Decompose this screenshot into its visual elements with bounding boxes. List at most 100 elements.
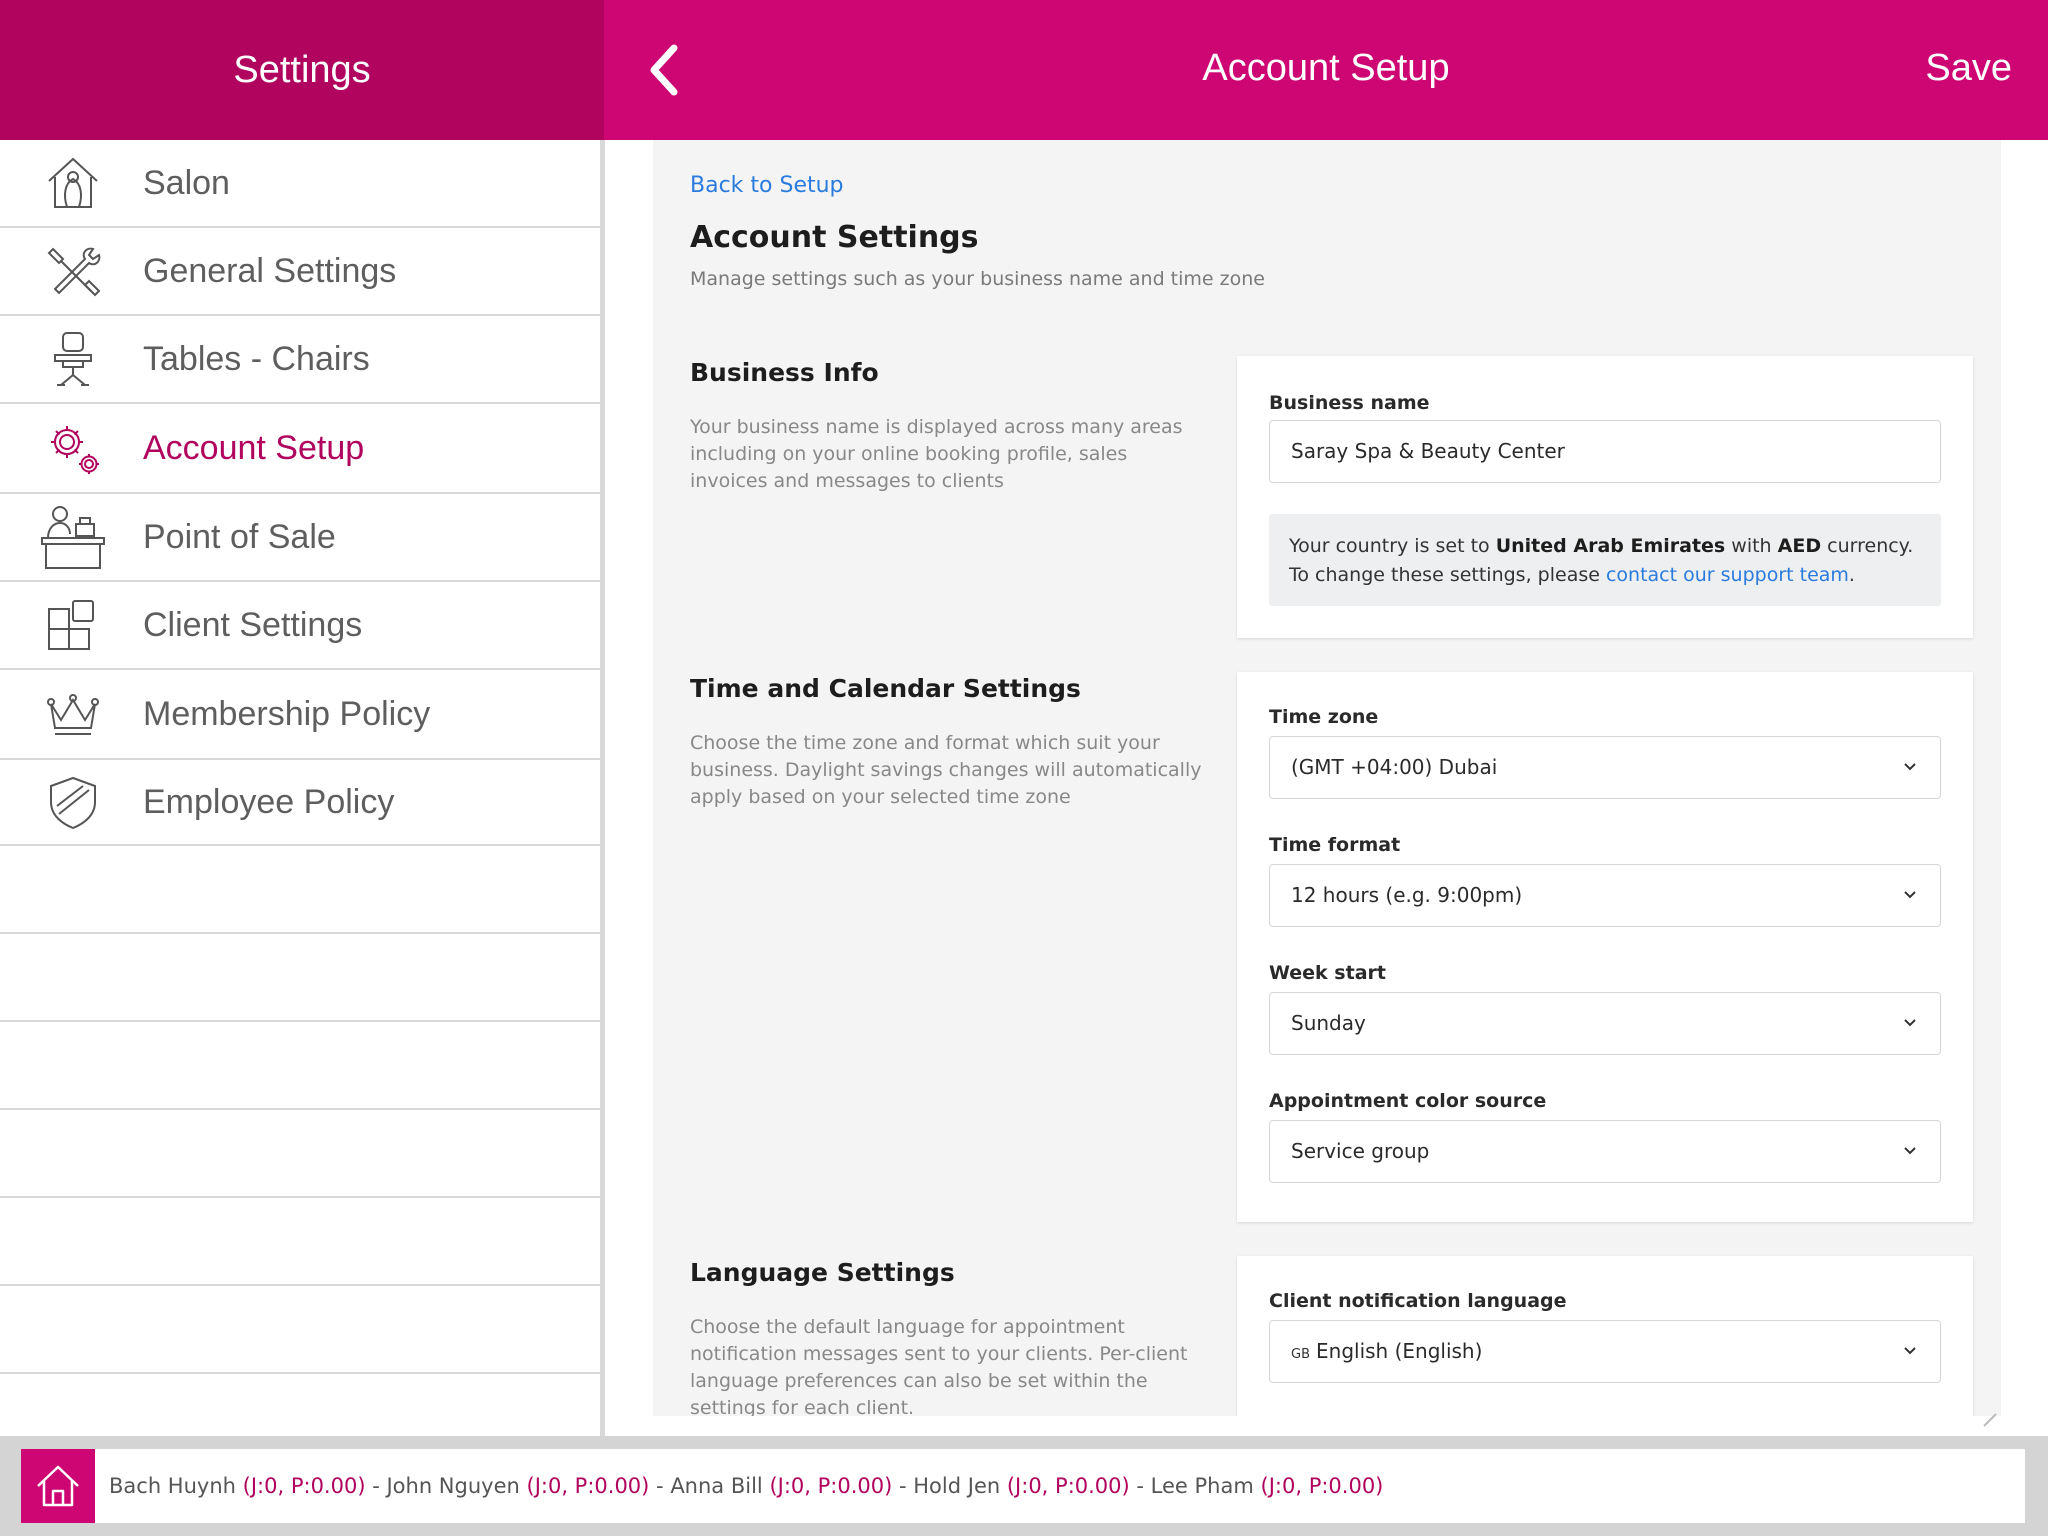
contact-support-link[interactable]: contact our support team bbox=[1606, 564, 1849, 586]
timezone-value: (GMT +04:00) Dubai bbox=[1291, 755, 1498, 779]
country-currency-notice: Your country is set to United Arab Emira… bbox=[1269, 514, 1941, 606]
time-calendar-card: Time zone (GMT +04:00) Dubai Time format… bbox=[1237, 672, 1973, 1222]
language-settings-title: Language Settings bbox=[690, 1258, 955, 1287]
notice-text: . bbox=[1848, 564, 1855, 586]
sidebar-divider bbox=[600, 140, 605, 1436]
staff-name[interactable]: Bach Huynh bbox=[109, 1474, 236, 1498]
staff-stat: (J:0, P:0.00) bbox=[1260, 1474, 1384, 1498]
sidebar-empty-row bbox=[0, 1286, 600, 1374]
appointment-color-select[interactable]: Service group bbox=[1269, 1120, 1941, 1183]
page-title: Account Settings bbox=[690, 220, 979, 255]
business-info-card: Business name Saray Spa & Beauty Center … bbox=[1237, 356, 1973, 638]
account-settings-panel: Back to Setup Account Settings Manage se… bbox=[653, 140, 2001, 1416]
time-calendar-title: Time and Calendar Settings bbox=[690, 674, 1081, 703]
save-button[interactable]: Save bbox=[1925, 0, 2012, 140]
time-format-label: Time format bbox=[1269, 834, 1401, 856]
notice-text: Your country is set to bbox=[1289, 535, 1496, 557]
sidebar-empty-row bbox=[0, 1022, 600, 1110]
business-info-title: Business Info bbox=[690, 358, 879, 387]
resize-grip-icon bbox=[1983, 1413, 1997, 1427]
staff-stat: (J:0, P:0.00) bbox=[526, 1474, 650, 1498]
sidebar-item-label: Membership Policy bbox=[143, 694, 431, 733]
timezone-label: Time zone bbox=[1269, 706, 1379, 728]
staff-status-bar: Bach Huynh (J:0, P:0.00) - John Nguyen (… bbox=[95, 1449, 2025, 1523]
sidebar-title: Settings bbox=[233, 48, 371, 91]
blocks-icon bbox=[28, 585, 118, 665]
salon-house-icon bbox=[28, 143, 118, 223]
chevron-down-icon bbox=[1904, 763, 1916, 771]
staff-separator: - bbox=[1129, 1474, 1151, 1498]
staff-stat: (J:0, P:0.00) bbox=[242, 1474, 366, 1498]
sidebar-item-account-setup[interactable]: Account Setup bbox=[0, 404, 600, 494]
chevron-left-icon bbox=[650, 44, 678, 96]
sidebar-empty-row bbox=[0, 1110, 600, 1198]
gb-flag-icon: GB bbox=[1291, 1347, 1310, 1362]
notice-text: with bbox=[1725, 535, 1778, 557]
appointment-color-value: Service group bbox=[1291, 1139, 1430, 1163]
sidebar-item-point-of-sale[interactable]: Point of Sale bbox=[0, 494, 600, 582]
back-to-setup-link[interactable]: Back to Setup bbox=[690, 173, 844, 198]
staff-separator: - bbox=[649, 1474, 671, 1498]
staff-separator: - bbox=[892, 1474, 914, 1498]
week-start-label: Week start bbox=[1269, 962, 1386, 984]
crown-icon bbox=[28, 674, 118, 754]
staff-footer: Bach Huynh (J:0, P:0.00) - John Nguyen (… bbox=[0, 1436, 2048, 1536]
staff-name[interactable]: Lee Pham bbox=[1151, 1474, 1254, 1498]
chevron-down-icon bbox=[1904, 891, 1916, 899]
sidebar-item-general-settings[interactable]: General Settings bbox=[0, 228, 600, 316]
business-info-description: Your business name is displayed across m… bbox=[690, 416, 1183, 492]
business-name-label: Business name bbox=[1269, 392, 1430, 414]
week-start-select[interactable]: Sunday bbox=[1269, 992, 1941, 1055]
time-format-select[interactable]: 12 hours (e.g. 9:00pm) bbox=[1269, 864, 1941, 927]
client-notification-language-select[interactable]: GB English (English) bbox=[1269, 1320, 1941, 1383]
sidebar-item-tables-chairs[interactable]: Tables - Chairs bbox=[0, 316, 600, 404]
sidebar-item-employee-policy[interactable]: Employee Policy bbox=[0, 760, 600, 846]
chevron-down-icon bbox=[1904, 1147, 1916, 1155]
chevron-down-icon bbox=[1904, 1019, 1916, 1027]
sidebar-header: Settings bbox=[0, 0, 604, 140]
notice-currency: AED bbox=[1777, 535, 1822, 557]
staff-stat: (J:0, P:0.00) bbox=[1006, 1474, 1130, 1498]
sidebar-empty-row bbox=[0, 846, 600, 934]
sidebar-item-label: Client Settings bbox=[143, 605, 363, 644]
sidebar-empty-row bbox=[0, 934, 600, 1022]
cashier-desk-icon bbox=[28, 497, 118, 577]
sidebar-item-label: General Settings bbox=[143, 251, 397, 290]
time-format-value: 12 hours (e.g. 9:00pm) bbox=[1291, 883, 1523, 907]
week-start-value: Sunday bbox=[1291, 1011, 1366, 1035]
staff-name[interactable]: Hold Jen bbox=[913, 1474, 1000, 1498]
staff-name[interactable]: Anna Bill bbox=[670, 1474, 762, 1498]
tools-icon bbox=[28, 231, 118, 311]
sidebar-item-membership-policy[interactable]: Membership Policy bbox=[0, 670, 600, 760]
sidebar-item-salon[interactable]: Salon bbox=[0, 140, 600, 228]
sidebar: Salon General Settings Tables - Chairs A… bbox=[0, 140, 600, 1436]
back-button[interactable] bbox=[634, 40, 694, 100]
shield-icon bbox=[28, 762, 118, 842]
language-settings-description: Choose the default language for appointm… bbox=[690, 1316, 1188, 1416]
staff-separator: - bbox=[365, 1474, 387, 1498]
salon-chair-icon bbox=[28, 319, 118, 399]
appointment-color-label: Appointment color source bbox=[1269, 1090, 1547, 1112]
sidebar-item-label: Employee Policy bbox=[143, 782, 395, 821]
page-subtitle: Manage settings such as your business na… bbox=[690, 268, 1265, 290]
home-button[interactable] bbox=[21, 1449, 95, 1523]
sidebar-item-label: Point of Sale bbox=[143, 517, 336, 556]
sidebar-item-label: Salon bbox=[143, 163, 230, 202]
chevron-down-icon bbox=[1904, 1347, 1916, 1355]
page-header-title: Account Setup bbox=[1202, 47, 1450, 89]
client-notification-language-label: Client notification language bbox=[1269, 1290, 1567, 1312]
language-card: Client notification language GB English (… bbox=[1237, 1256, 1973, 1416]
time-calendar-description: Choose the time zone and format which su… bbox=[690, 732, 1202, 808]
gears-icon bbox=[28, 408, 118, 488]
timezone-select[interactable]: (GMT +04:00) Dubai bbox=[1269, 736, 1941, 799]
top-bar: Account Setup Save bbox=[604, 0, 2048, 140]
business-name-input[interactable]: Saray Spa & Beauty Center bbox=[1269, 420, 1941, 483]
sidebar-item-label: Account Setup bbox=[143, 428, 365, 467]
sidebar-item-label: Tables - Chairs bbox=[143, 339, 370, 378]
sidebar-empty-row bbox=[0, 1198, 600, 1286]
staff-name[interactable]: John Nguyen bbox=[386, 1474, 519, 1498]
sidebar-item-client-settings[interactable]: Client Settings bbox=[0, 582, 600, 670]
notice-country: United Arab Emirates bbox=[1495, 535, 1726, 557]
home-icon bbox=[37, 1465, 79, 1507]
client-notification-language-value: English (English) bbox=[1316, 1339, 1483, 1363]
